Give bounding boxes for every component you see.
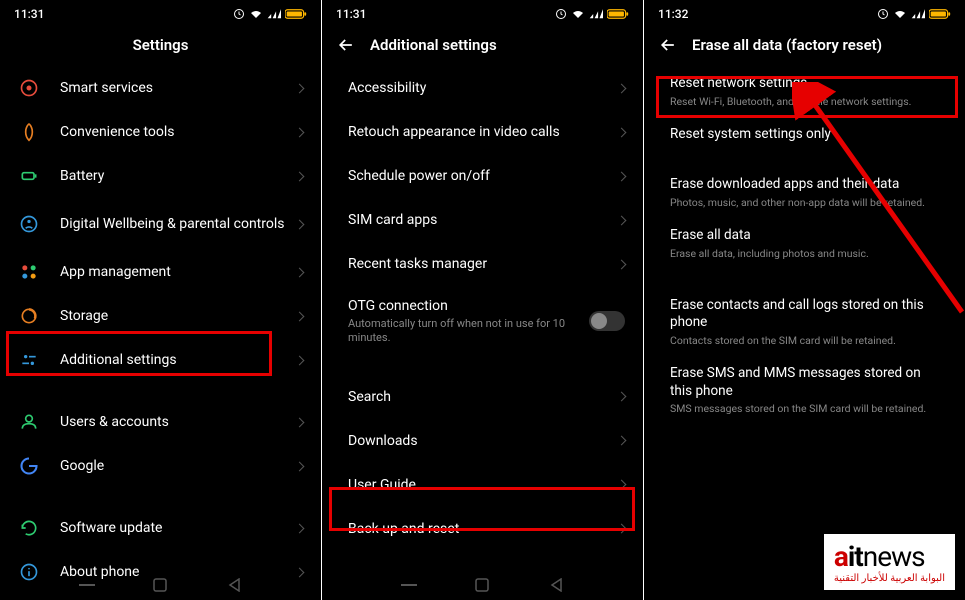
settings-item-sim-card-apps[interactable]: SIM card apps <box>322 198 643 242</box>
settings-item-accessibility[interactable]: Accessibility <box>322 66 643 110</box>
settings-item-storage[interactable]: Storage <box>0 294 321 338</box>
logo-tagline: البوابة العربية للأخبار التقنية <box>834 573 945 584</box>
storage-icon <box>18 305 40 327</box>
chevron-right-icon <box>295 83 305 93</box>
settings-item-search[interactable]: Search <box>322 375 643 419</box>
settings-item-battery[interactable]: Battery <box>0 154 321 198</box>
settings-list[interactable]: Reset network settings Reset Wi-Fi, Blue… <box>644 66 965 425</box>
settings-item-software-update[interactable]: Software update <box>0 506 321 550</box>
nav-back-icon[interactable] <box>547 576 565 594</box>
settings-item-schedule-power[interactable]: Schedule power on/off <box>322 154 643 198</box>
settings-list[interactable]: Smart services Convenience tools Battery… <box>0 66 321 594</box>
status-time: 11:31 <box>14 7 44 21</box>
google-icon <box>18 455 40 477</box>
nav-recent-icon[interactable] <box>400 576 418 594</box>
chevron-right-icon <box>617 524 627 534</box>
title-bar: Settings <box>0 24 321 66</box>
settings-item-reset-network[interactable]: Reset network settings Reset Wi-Fi, Blue… <box>644 66 965 117</box>
phone-screen-3: 11:32 Erase all data (factory reset) Res… <box>644 0 965 600</box>
title-bar: Additional settings <box>322 24 643 66</box>
chevron-right-icon <box>295 355 305 365</box>
title-bar: Erase all data (factory reset) <box>644 24 965 66</box>
chevron-right-icon <box>295 127 305 137</box>
chevron-right-icon <box>617 83 627 93</box>
settings-item-erase-all[interactable]: Erase all data Erase all data, including… <box>644 218 965 269</box>
settings-item-users-accounts[interactable]: Users & accounts <box>0 400 321 444</box>
additional-icon <box>18 349 40 371</box>
settings-item-downloads[interactable]: Downloads <box>322 419 643 463</box>
chevron-right-icon <box>617 127 627 137</box>
logo-brand: aitnews <box>834 540 945 573</box>
settings-item-convenience-tools[interactable]: Convenience tools <box>0 110 321 154</box>
settings-item-google[interactable]: Google <box>0 444 321 488</box>
navigation-bar <box>0 570 321 600</box>
page-title: Erase all data (factory reset) <box>692 36 882 54</box>
wellbeing-icon <box>18 213 40 235</box>
settings-item-reset-system[interactable]: Reset system settings only <box>644 117 965 167</box>
settings-list[interactable]: Accessibility Retouch appearance in vide… <box>322 66 643 551</box>
status-time: 11:32 <box>658 7 688 21</box>
status-bar: 11:31 <box>0 0 321 24</box>
page-title: Additional settings <box>370 36 497 54</box>
status-icons <box>233 8 307 20</box>
back-arrow-icon[interactable] <box>658 35 678 55</box>
settings-item-recent-tasks[interactable]: Recent tasks manager <box>322 242 643 286</box>
status-bar: 11:32 <box>644 0 965 24</box>
settings-item-app-management[interactable]: App management <box>0 250 321 294</box>
settings-item-digital-wellbeing[interactable]: Digital Wellbeing & parental controls <box>0 198 321 250</box>
chevron-right-icon <box>295 267 305 277</box>
chevron-right-icon <box>295 171 305 181</box>
status-time: 11:31 <box>336 7 366 21</box>
chevron-right-icon <box>295 219 305 229</box>
page-title: Settings <box>133 36 189 54</box>
settings-item-user-guide[interactable]: User Guide <box>322 463 643 507</box>
chevron-right-icon <box>617 171 627 181</box>
watermark-logo: aitnews البوابة العربية للأخبار التقنية <box>824 534 955 590</box>
settings-item-additional-settings[interactable]: Additional settings <box>0 338 321 382</box>
phone-screen-1: 11:31 Settings Smart services Convenienc… <box>0 0 321 600</box>
navigation-bar <box>322 570 643 600</box>
chevron-right-icon <box>295 417 305 427</box>
nav-home-icon[interactable] <box>151 576 169 594</box>
chevron-right-icon <box>617 480 627 490</box>
chevron-right-icon <box>295 523 305 533</box>
chevron-right-icon <box>617 436 627 446</box>
settings-item-erase-sms[interactable]: Erase SMS and MMS messages stored on thi… <box>644 356 965 425</box>
update-icon <box>18 517 40 539</box>
chevron-right-icon <box>617 259 627 269</box>
status-bar: 11:31 <box>322 0 643 24</box>
otg-toggle[interactable] <box>589 311 625 331</box>
settings-item-otg-connection[interactable]: OTG connection Automatically turn off wh… <box>322 286 643 357</box>
chevron-right-icon <box>617 215 627 225</box>
settings-item-backup-reset[interactable]: Back up and reset <box>322 507 643 551</box>
settings-item-erase-apps[interactable]: Erase downloaded apps and their data Pho… <box>644 167 965 218</box>
nav-back-icon[interactable] <box>225 576 243 594</box>
apps-icon <box>18 261 40 283</box>
phone-screen-2: 11:31 Additional settings Accessibility … <box>322 0 643 600</box>
status-icons <box>877 8 951 20</box>
battery-icon <box>18 165 40 187</box>
back-arrow-icon[interactable] <box>336 35 356 55</box>
settings-item-smart-services[interactable]: Smart services <box>0 66 321 110</box>
nav-recent-icon[interactable] <box>78 576 96 594</box>
status-icons <box>555 8 629 20</box>
settings-item-erase-contacts[interactable]: Erase contacts and call logs stored on t… <box>644 288 965 357</box>
chevron-right-icon <box>295 461 305 471</box>
users-icon <box>18 411 40 433</box>
smart-icon <box>18 77 40 99</box>
chevron-right-icon <box>617 392 627 402</box>
nav-home-icon[interactable] <box>473 576 491 594</box>
convenience-icon <box>18 121 40 143</box>
settings-item-retouch[interactable]: Retouch appearance in video calls <box>322 110 643 154</box>
chevron-right-icon <box>295 311 305 321</box>
